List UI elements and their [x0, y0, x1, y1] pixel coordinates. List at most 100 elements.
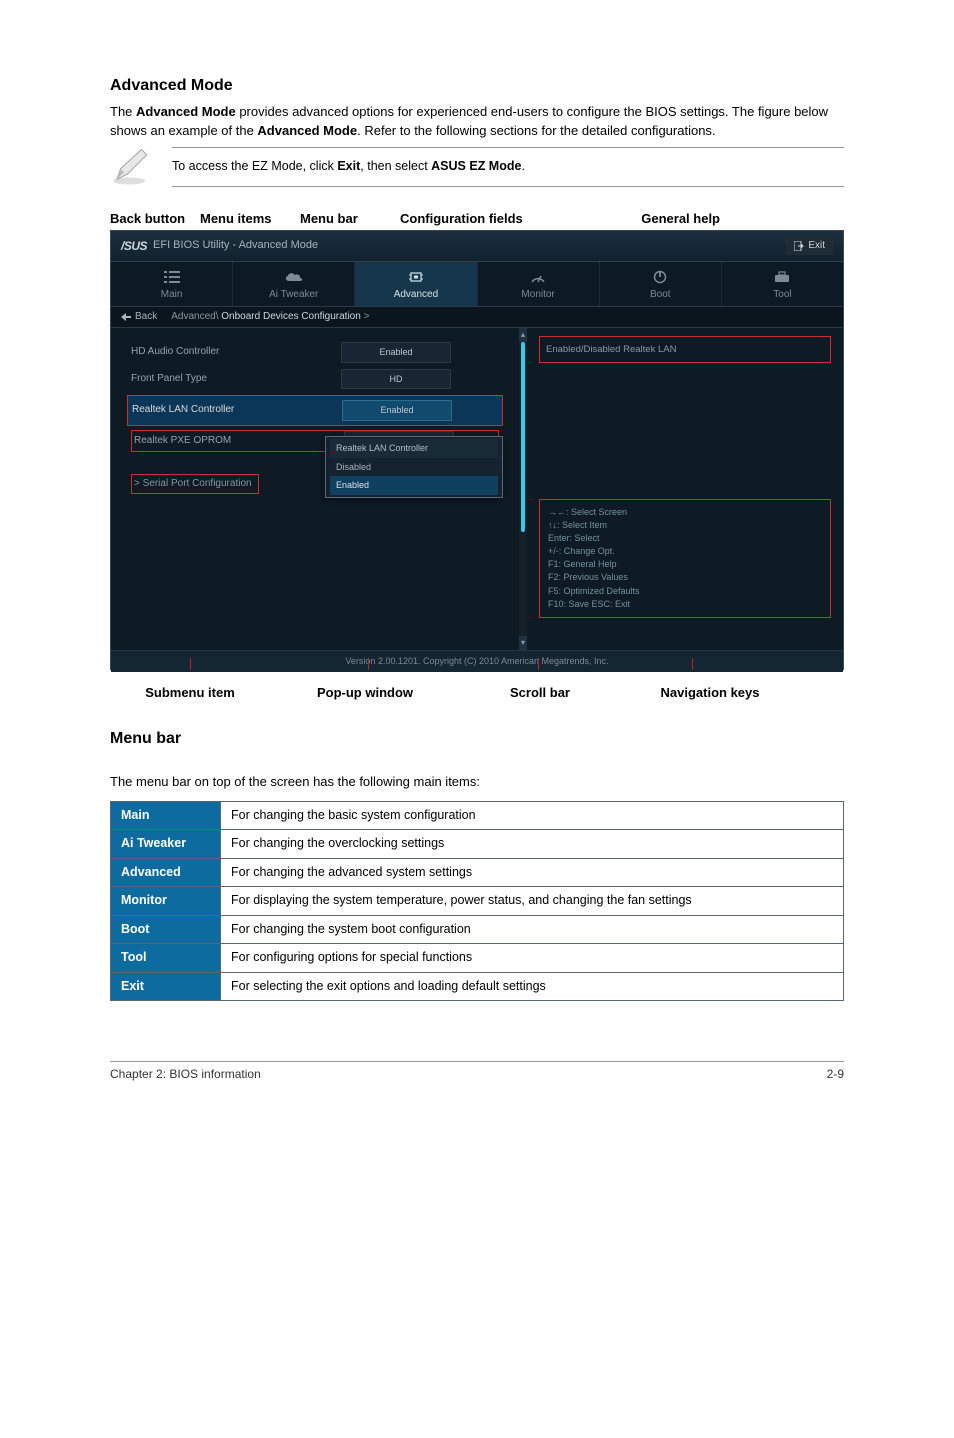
tab-label: Boot: [650, 288, 671, 302]
menu-desc-cell: For displaying the system temperature, p…: [221, 887, 844, 916]
menu-name-cell: Monitor: [111, 887, 221, 916]
scroll-down-button[interactable]: ▾: [519, 636, 527, 650]
menu-bar-table: MainFor changing the basic system config…: [110, 801, 844, 1002]
list-icon: [164, 268, 180, 286]
nav-l4: +/-: Change Opt.: [548, 545, 822, 558]
tab-tool[interactable]: Tool: [722, 262, 843, 306]
help-text-box: Enabled/Disabled Realtek LAN: [539, 336, 831, 363]
footer-page-number: 2-9: [827, 1066, 844, 1083]
section-title-menu-bar: Menu bar: [110, 728, 844, 750]
nav-l8: F10: Save ESC: Exit: [548, 598, 822, 611]
note-b1: Exit: [337, 159, 360, 173]
tab-boot[interactable]: Boot: [600, 262, 722, 306]
label-popup-window: Pop-up window: [270, 684, 460, 702]
table-row: Ai TweakerFor changing the overclocking …: [111, 830, 844, 859]
popup-window: Realtek LAN Controller Disabled Enabled: [325, 436, 503, 498]
tab-label: Main: [161, 288, 183, 302]
menu-desc-cell: For changing the advanced system setting…: [221, 858, 844, 887]
menu-name-cell: Main: [111, 801, 221, 830]
top-callout-labels: Back button Menu items Menu bar Configur…: [110, 210, 844, 228]
table-row: BootFor changing the system boot configu…: [111, 915, 844, 944]
cfg-front-panel-label: Front Panel Type: [131, 372, 341, 386]
menu-name-cell: Tool: [111, 944, 221, 973]
scroll-up-button[interactable]: ▴: [519, 328, 527, 342]
back-label: Back: [135, 310, 157, 324]
tab-ai-tweaker[interactable]: Ai Tweaker: [233, 262, 355, 306]
popup-title: Realtek LAN Controller: [330, 439, 498, 458]
intro-text: The: [110, 104, 136, 119]
note-pre: To access the EZ Mode, click: [172, 159, 337, 173]
cfg-front-panel-value[interactable]: HD: [341, 369, 451, 390]
table-row: MonitorFor displaying the system tempera…: [111, 887, 844, 916]
intro-bold1: Advanced Mode: [136, 104, 236, 119]
menu-name-cell: Boot: [111, 915, 221, 944]
advanced-mode-intro: The Advanced Mode provides advanced opti…: [110, 103, 844, 139]
exit-button[interactable]: Exit: [786, 237, 833, 255]
note-text: To access the EZ Mode, click Exit, then …: [172, 147, 844, 187]
label-general-help: General help: [570, 210, 720, 228]
chip-icon: [408, 268, 424, 286]
asus-logo: /SUS: [121, 238, 147, 255]
tab-label: Tool: [773, 288, 791, 302]
label-scroll-bar: Scroll bar: [460, 684, 620, 702]
bios-screenshot: /SUS EFI BIOS Utility - Advanced Mode Ex…: [110, 230, 844, 670]
nav-l7: F5: Optimized Defaults: [548, 585, 822, 598]
popup-option-enabled[interactable]: Enabled: [330, 476, 498, 495]
tab-advanced[interactable]: Advanced: [355, 262, 477, 306]
breadcrumb: Advanced\ Onboard Devices Configuration …: [171, 310, 369, 324]
menu-desc-cell: For configuring options for special func…: [221, 944, 844, 973]
bottom-callout-labels: Submenu item Pop-up window Scroll bar Na…: [110, 684, 844, 702]
bios-window-title: EFI BIOS Utility - Advanced Mode: [153, 238, 318, 253]
tab-label: Advanced: [394, 288, 438, 302]
intro-text3: . Refer to the following sections for th…: [357, 123, 715, 138]
breadcrumb-pre: Advanced\: [171, 311, 221, 322]
tab-label: Monitor: [521, 288, 554, 302]
nav-l3: Enter: Select: [548, 532, 822, 545]
tab-monitor[interactable]: Monitor: [478, 262, 600, 306]
power-icon: [653, 268, 667, 286]
menu-desc-cell: For selecting the exit options and loadi…: [221, 972, 844, 1001]
label-menu-bar: Menu bar: [300, 210, 400, 228]
cfg-hd-audio-label: HD Audio Controller: [131, 345, 341, 359]
menu-desc-cell: For changing the overclocking settings: [221, 830, 844, 859]
back-button[interactable]: Back: [121, 310, 157, 324]
menu-bar-intro: The menu bar on top of the screen has th…: [110, 773, 844, 791]
table-row: AdvancedFor changing the advanced system…: [111, 858, 844, 887]
bios-tab-bar: Main Ai Tweaker Advanced Monitor Boot To…: [111, 262, 843, 307]
label-submenu-item: Submenu item: [110, 684, 270, 702]
submenu-serial-port[interactable]: Serial Port Configuration: [131, 474, 259, 494]
table-row: ExitFor selecting the exit options and l…: [111, 972, 844, 1001]
label-menu-items: Menu items: [200, 210, 300, 228]
breadcrumb-bold: Onboard Devices Configuration: [221, 311, 361, 322]
note-mid: , then select: [360, 159, 431, 173]
menu-name-cell: Advanced: [111, 858, 221, 887]
navigation-keys-box: →←: Select Screen ↑↓: Select Item Enter:…: [539, 499, 831, 617]
cloud-icon: [284, 268, 304, 286]
cfg-realtek-lan-value[interactable]: Enabled: [342, 400, 452, 421]
toolbox-icon: [774, 268, 790, 286]
cfg-hd-audio-value[interactable]: Enabled: [341, 342, 451, 363]
note-pencil-icon: [110, 146, 152, 188]
gauge-icon: [530, 268, 546, 286]
note-post: .: [521, 159, 524, 173]
menu-desc-cell: For changing the basic system configurat…: [221, 801, 844, 830]
popup-option-disabled[interactable]: Disabled: [330, 458, 498, 477]
tab-label: Ai Tweaker: [269, 288, 318, 302]
scroll-bar[interactable]: ▴ ▾: [519, 328, 527, 650]
note-b2: ASUS EZ Mode: [431, 159, 521, 173]
nav-l1: →←: Select Screen: [548, 506, 822, 519]
label-nav-keys: Navigation keys: [620, 684, 800, 702]
label-config-fields: Configuration fields: [400, 210, 570, 228]
nav-l5: F1: General Help: [548, 558, 822, 571]
exit-label: Exit: [808, 239, 825, 253]
scroll-thumb[interactable]: [521, 342, 525, 532]
intro-bold2: Advanced Mode: [257, 123, 357, 138]
tab-main[interactable]: Main: [111, 262, 233, 306]
menu-name-cell: Exit: [111, 972, 221, 1001]
cfg-realtek-pxe-label: Realtek PXE OPROM: [134, 434, 344, 448]
menu-name-cell: Ai Tweaker: [111, 830, 221, 859]
footer-chapter: Chapter 2: BIOS information: [110, 1066, 261, 1083]
bios-footer-version: Version 2.00.1201. Copyright (C) 2010 Am…: [111, 650, 843, 672]
section-title-advanced-mode: Advanced Mode: [110, 75, 844, 97]
nav-l2: ↑↓: Select Item: [548, 519, 822, 532]
